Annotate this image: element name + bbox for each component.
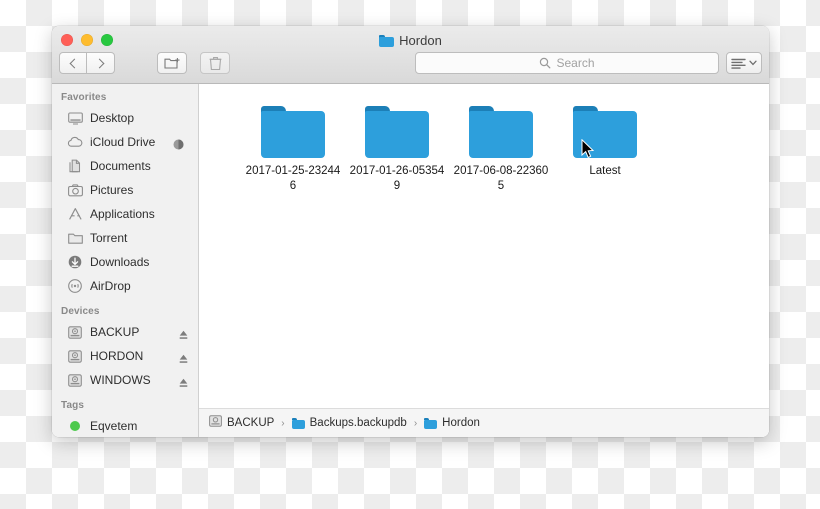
sidebar-item-applications[interactable]: Applications	[52, 202, 198, 226]
sidebar-item-hordon[interactable]: HORDON	[52, 344, 198, 368]
sidebar-item-label: Applications	[90, 207, 155, 221]
file-browser-content[interactable]: 2017-01-25-232446 2017-01-26-053549 2017…	[199, 84, 769, 437]
file-name: 2017-01-25-232446	[244, 164, 343, 194]
chevron-right-icon	[95, 58, 105, 68]
eject-icon[interactable]	[179, 327, 188, 337]
folder-icon	[469, 106, 533, 158]
path-separator: ›	[281, 418, 284, 429]
hard-drive-icon	[67, 372, 83, 388]
sidebar[interactable]: Favorites Desktop iCloud Drive	[52, 84, 199, 437]
file-item[interactable]: 2017-01-26-053549	[345, 106, 449, 194]
sidebar-item-icloud-drive[interactable]: iCloud Drive	[52, 130, 198, 154]
folder-icon	[424, 418, 437, 429]
airdrop-icon	[67, 278, 83, 294]
new-folder-icon	[164, 56, 181, 70]
forward-button[interactable]	[87, 52, 115, 74]
icon-grid: 2017-01-25-232446 2017-01-26-053549 2017…	[199, 84, 769, 194]
folder-icon	[67, 230, 83, 246]
sidebar-item-pictures[interactable]: Pictures	[52, 178, 198, 202]
sidebar-item-desktop[interactable]: Desktop	[52, 106, 198, 130]
sidebar-section-devices: Devices	[52, 298, 198, 320]
cloud-icon	[67, 134, 83, 150]
path-segment-backups-backupdb[interactable]: Backups.backupdb	[292, 417, 407, 429]
search-placeholder: Search	[556, 56, 594, 70]
new-folder-button[interactable]	[157, 52, 187, 74]
search-field[interactable]: Search	[415, 52, 719, 74]
sidebar-item-torrent[interactable]: Torrent	[52, 226, 198, 250]
hard-drive-icon	[67, 348, 83, 364]
sidebar-section-favorites: Favorites	[52, 84, 198, 106]
file-name: Latest	[556, 164, 655, 179]
path-segment-hordon[interactable]: Hordon	[424, 417, 480, 429]
path-label: Backups.backupdb	[310, 417, 407, 429]
sidebar-item-label: Eqvetem	[90, 419, 137, 433]
sidebar-item-label: Desktop	[90, 111, 134, 125]
chevron-left-icon	[69, 58, 79, 68]
delete-button[interactable]	[200, 52, 230, 74]
applications-icon	[67, 206, 83, 222]
file-item[interactable]: 2017-01-25-232446	[241, 106, 345, 194]
folder-icon	[573, 106, 637, 158]
folder-icon	[292, 418, 305, 429]
sidebar-item-label: iCloud Drive	[90, 135, 155, 149]
arrange-list-icon	[731, 58, 746, 69]
documents-icon	[67, 158, 83, 174]
file-name: 2017-01-26-053549	[348, 164, 447, 194]
chevron-down-icon	[749, 60, 757, 66]
folder-icon	[261, 106, 325, 158]
sidebar-item-label: WINDOWS	[90, 373, 151, 387]
trash-icon	[209, 56, 222, 71]
sidebar-item-tag-eqvetem[interactable]: Eqvetem	[52, 414, 198, 437]
folder-icon	[365, 106, 429, 158]
sidebar-item-label: Documents	[90, 159, 151, 173]
sidebar-item-label: Pictures	[90, 183, 133, 197]
file-item[interactable]: 2017-06-08-223605	[449, 106, 553, 194]
eject-icon[interactable]	[179, 351, 188, 361]
sidebar-item-downloads[interactable]: Downloads	[52, 250, 198, 274]
downloads-icon	[67, 254, 83, 270]
page-title: Hordon	[399, 33, 442, 49]
sidebar-item-airdrop[interactable]: AirDrop	[52, 274, 198, 298]
path-segment-backup[interactable]: BACKUP	[209, 414, 274, 432]
tag-dot-icon	[70, 421, 80, 431]
file-item[interactable]: Latest	[553, 106, 657, 194]
window-toolbar: Hordon	[52, 26, 769, 84]
back-button[interactable]	[59, 52, 87, 74]
finder-window: Hordon	[52, 26, 769, 437]
path-label: Hordon	[442, 417, 480, 429]
sidebar-item-label: AirDrop	[90, 279, 131, 293]
hard-drive-icon	[209, 414, 222, 432]
path-bar: BACKUP › Backups.backupdb › Hordon	[199, 408, 769, 437]
path-label: BACKUP	[227, 417, 274, 429]
desktop-icon	[67, 110, 83, 126]
pictures-icon	[67, 182, 83, 198]
progress-pie-icon	[173, 137, 184, 148]
sidebar-item-label: Downloads	[90, 255, 149, 269]
navigation-buttons	[59, 52, 115, 74]
sidebar-item-label: Torrent	[90, 231, 127, 245]
file-name: 2017-06-08-223605	[452, 164, 551, 194]
folder-icon	[379, 35, 394, 47]
eject-icon[interactable]	[179, 375, 188, 385]
sidebar-item-backup[interactable]: BACKUP	[52, 320, 198, 344]
window-title-bar: Hordon	[52, 33, 769, 49]
sidebar-item-label: BACKUP	[90, 325, 139, 339]
hard-drive-icon	[67, 324, 83, 340]
path-separator: ›	[414, 418, 417, 429]
sidebar-item-label: HORDON	[90, 349, 143, 363]
arrange-options-button[interactable]	[726, 52, 762, 74]
sidebar-item-documents[interactable]: Documents	[52, 154, 198, 178]
sidebar-section-tags: Tags	[52, 392, 198, 414]
sidebar-item-windows[interactable]: WINDOWS	[52, 368, 198, 392]
search-icon	[539, 57, 551, 69]
